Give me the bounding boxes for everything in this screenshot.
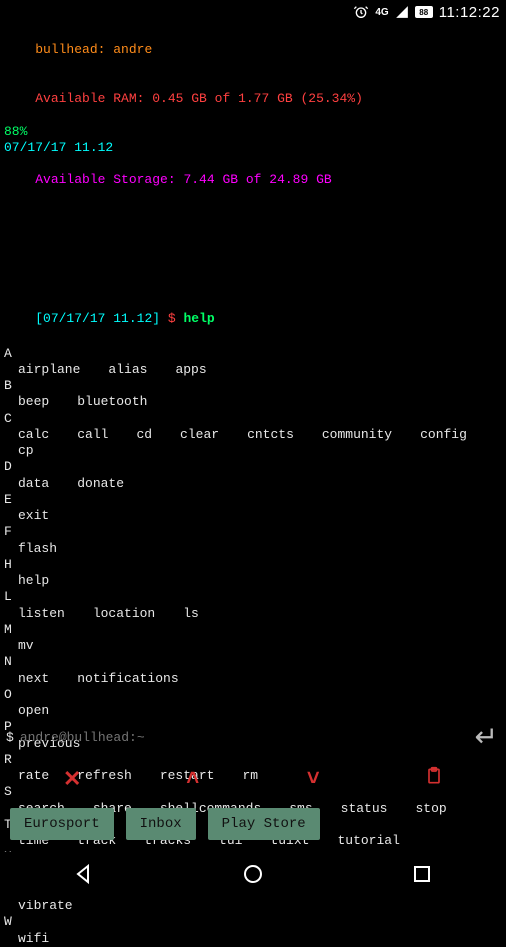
help-command: donate	[77, 476, 124, 492]
help-command: flash	[18, 541, 57, 557]
help-row: calc call cd clear cntcts community config cp	[4, 427, 502, 460]
help-command: airplane	[18, 362, 80, 378]
help-row: mv	[4, 638, 502, 654]
help-row: wifi	[4, 931, 502, 947]
help-command: bluetooth	[77, 394, 147, 410]
help-letter: O	[4, 687, 502, 703]
android-navbar	[0, 852, 506, 900]
help-row: beep bluetooth	[4, 394, 502, 410]
help-command: community	[322, 427, 392, 443]
bracket: [	[35, 311, 43, 326]
bracket: ]	[152, 311, 160, 326]
help-letter: C	[4, 411, 502, 427]
enter-icon[interactable]: ↵	[475, 720, 498, 755]
help-row: next notifications	[4, 671, 502, 687]
help-letter: W	[4, 914, 502, 930]
recent-icon[interactable]	[410, 862, 434, 890]
help-command: help	[18, 573, 49, 589]
help-row: help	[4, 573, 502, 589]
help-command: cntcts	[247, 427, 294, 443]
prompt-time: 07/17/17 11.12	[43, 311, 152, 326]
help-command: notifications	[77, 671, 178, 687]
battery-pct: 88%	[4, 124, 502, 140]
help-row: airplane alias apps	[4, 362, 502, 378]
home-icon[interactable]	[241, 862, 265, 890]
help-command: apps	[175, 362, 206, 378]
help-command: next	[18, 671, 49, 687]
chip-eurosport[interactable]: Eurosport	[10, 808, 114, 840]
help-letter: E	[4, 492, 502, 508]
alarm-icon	[353, 4, 369, 20]
help-letter: F	[4, 524, 502, 540]
app-suggestions: Eurosport Inbox Play Store	[0, 804, 506, 852]
prompt-command: help	[183, 311, 214, 326]
help-letter: N	[4, 654, 502, 670]
chip-inbox[interactable]: Inbox	[126, 808, 196, 840]
clipboard-icon[interactable]	[419, 765, 449, 794]
command-input[interactable]	[20, 730, 469, 745]
help-command: ls	[183, 606, 199, 622]
help-command: beep	[18, 394, 49, 410]
help-row: exit	[4, 508, 502, 524]
help-letter: A	[4, 346, 502, 362]
storage-label: Available Storage:	[35, 172, 183, 187]
chevron-down-icon[interactable]: ˅	[298, 767, 328, 792]
help-row: vibrate	[4, 898, 502, 914]
help-command: vibrate	[18, 898, 73, 914]
bottom-panel: $ ↵ ✕ ˄ ˅ Eurosport Inbox Play Store	[0, 716, 506, 900]
signal-icon	[395, 5, 409, 19]
clock: 11:12:22	[439, 4, 500, 21]
help-command: cp	[18, 443, 34, 459]
help-letter: H	[4, 557, 502, 573]
help-letter: L	[4, 589, 502, 605]
chevron-up-icon[interactable]: ˄	[178, 767, 208, 792]
header-datetime: 07/17/17 11.12	[4, 140, 502, 156]
ram-label: Available RAM:	[35, 91, 152, 106]
help-command: data	[18, 476, 49, 492]
input-row: $ ↵	[0, 716, 506, 759]
close-icon[interactable]: ✕	[57, 767, 87, 793]
help-command: listen	[18, 606, 65, 622]
help-command: location	[93, 606, 155, 622]
help-command: wifi	[18, 931, 49, 947]
help-command: calc	[18, 427, 49, 443]
user-name: andre	[113, 42, 152, 57]
help-letter: M	[4, 622, 502, 638]
help-letter: B	[4, 378, 502, 394]
prompt-line: [07/17/17 11.12] $ help	[4, 295, 502, 344]
prompt-dollar: $	[160, 311, 183, 326]
chip-playstore[interactable]: Play Store	[208, 808, 320, 840]
network-label: 4G	[375, 7, 388, 18]
android-statusbar: 4G 88 11:12:22	[0, 0, 506, 24]
help-command: cd	[136, 427, 152, 443]
ram-value: 0.45 GB of 1.77 GB (25.34%)	[152, 91, 363, 106]
back-icon[interactable]	[72, 862, 96, 890]
help-row: listen location ls	[4, 606, 502, 622]
help-letter: D	[4, 459, 502, 475]
help-row: flash	[4, 541, 502, 557]
help-row: data donate	[4, 476, 502, 492]
storage-value: 7.44 GB of 24.89 GB	[183, 172, 331, 187]
host-label: bullhead:	[35, 42, 113, 57]
battery-icon: 88	[415, 6, 433, 18]
action-icons: ✕ ˄ ˅	[0, 759, 506, 804]
input-dollar: $	[6, 730, 14, 745]
help-command: alias	[108, 362, 147, 378]
help-command: exit	[18, 508, 49, 524]
help-command: call	[77, 427, 108, 443]
help-command: config	[420, 427, 467, 443]
help-command: clear	[180, 427, 219, 443]
help-command: mv	[18, 638, 34, 654]
